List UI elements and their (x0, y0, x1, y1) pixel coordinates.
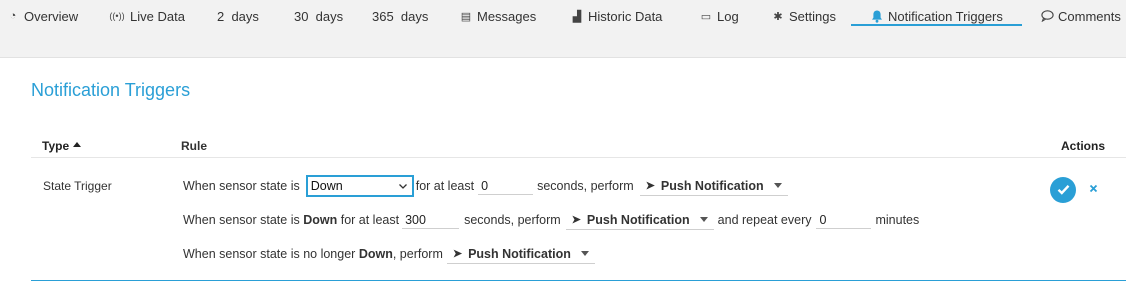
tab-messages[interactable]: ▤ Messages (459, 7, 536, 25)
close-icon (1089, 181, 1098, 196)
overview-icon: ◔ (9, 10, 17, 22)
rule-text: for at least (340, 213, 400, 227)
bell-icon (870, 9, 884, 23)
tab-label: Historic Data (588, 8, 663, 24)
action-select-value: Push Notification (660, 178, 764, 193)
action-select-value: Push Notification (586, 212, 690, 227)
seconds-input[interactable] (402, 211, 460, 229)
row-bottom-border (31, 280, 1126, 281)
header-divider (31, 157, 1126, 158)
tab-365-days[interactable]: 365 days (372, 7, 428, 25)
sort-ascending-icon (73, 141, 82, 147)
tab-label: Settings (789, 8, 836, 24)
tab-label: 30 days (294, 8, 344, 24)
tab-historic-data[interactable]: ▟ Historic Data (570, 7, 663, 25)
log-icon: ▭ (700, 10, 712, 23)
state-select-value: Down (310, 179, 343, 193)
rule-state: Down (303, 213, 338, 227)
tab-label: Live Data (130, 8, 185, 24)
rule-text: seconds, perform (537, 179, 634, 193)
send-icon: ➤ (571, 214, 581, 226)
rule-line-down: When sensor state is Down for at least s… (183, 210, 919, 230)
active-tab-indicator (851, 24, 1022, 26)
rule-text: minutes (875, 213, 920, 227)
rule-line-no-longer: When sensor state is no longer Down, per… (183, 244, 595, 264)
comment-icon (1040, 9, 1054, 23)
action-select[interactable]: ➤ Push Notification (446, 244, 595, 264)
tab-label: Messages (477, 8, 537, 24)
historic-data-icon: ▟ (572, 10, 582, 23)
caret-down-icon (699, 217, 708, 222)
rule-text: When sensor state is (183, 179, 300, 193)
cancel-button[interactable] (1089, 181, 1098, 196)
action-select-value: Push Notification (468, 246, 571, 261)
tab-log[interactable]: ▭ Log (699, 7, 739, 25)
seconds-input[interactable] (478, 177, 534, 195)
rule-text: When sensor state is no longer (183, 247, 356, 261)
rule-text: and repeat every (717, 213, 812, 227)
save-button[interactable] (1050, 177, 1076, 203)
rule-text: When sensor state is (183, 213, 300, 227)
state-select[interactable]: Down (305, 175, 414, 197)
send-icon: ➤ (452, 248, 463, 260)
rule-text: for at least (415, 179, 475, 193)
tab-label: Notification Triggers (888, 8, 1003, 24)
tab-comments[interactable]: Comments (1040, 7, 1121, 25)
rule-text: seconds, perform (464, 213, 561, 227)
action-select[interactable]: ➤ Push Notification (639, 176, 788, 196)
chevron-down-icon (398, 181, 408, 194)
checkmark-icon (1057, 182, 1070, 198)
tab-label: 2 days (217, 8, 259, 24)
column-header-actions: Actions (1061, 139, 1106, 153)
tab-label: Overview (24, 8, 79, 24)
rule-line-state: When sensor state is Down for at least s… (183, 175, 788, 197)
tab-label: 365 days (372, 8, 429, 24)
tab-settings[interactable]: ✱ Settings (771, 7, 836, 25)
column-header-rule: Rule (181, 139, 208, 153)
column-header-label: Type (42, 139, 70, 153)
tab-strip-background (0, 28, 1126, 58)
caret-down-icon (580, 251, 589, 256)
tab-label: Log (717, 8, 739, 24)
rule-state: Down (358, 247, 393, 261)
gear-icon: ✱ (773, 10, 783, 23)
send-icon: ➤ (645, 180, 655, 192)
rule-text: , perform (392, 247, 443, 261)
column-header-type[interactable]: Type (42, 139, 82, 153)
tab-label: Comments (1058, 8, 1121, 24)
trigger-type-cell: State Trigger (43, 179, 112, 193)
page-title: Notification Triggers (31, 80, 191, 100)
repeat-minutes-input[interactable] (816, 211, 872, 229)
tab-notification-triggers[interactable]: Notification Triggers (870, 7, 1003, 25)
live-data-icon: ((•)) (109, 11, 125, 21)
tab-30-days[interactable]: 30 days (294, 7, 343, 25)
tab-live-data[interactable]: ((•)) Live Data (108, 7, 185, 25)
tab-overview[interactable]: ◔ Overview (6, 7, 79, 25)
messages-icon: ▤ (460, 10, 472, 23)
action-select[interactable]: ➤ Push Notification (565, 210, 714, 230)
caret-down-icon (773, 183, 782, 188)
tab-2-days[interactable]: 2 days (217, 7, 259, 25)
